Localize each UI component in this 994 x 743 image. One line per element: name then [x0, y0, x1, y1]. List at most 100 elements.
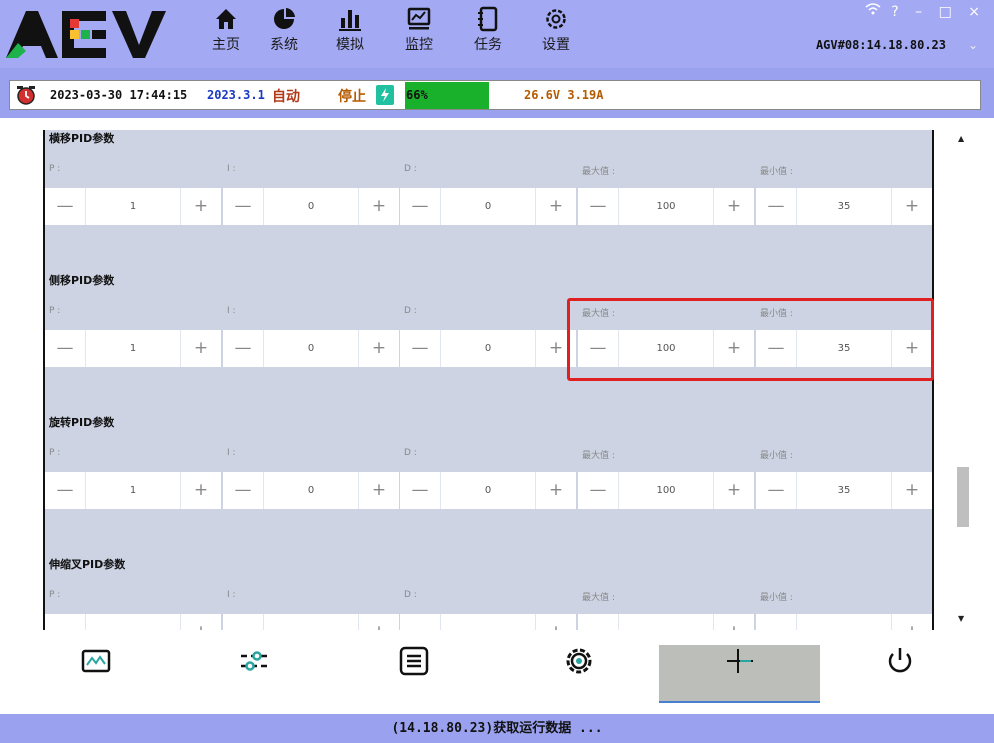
increment-button[interactable]: +: [714, 188, 754, 225]
value-stepper: —1 +: [45, 188, 221, 225]
increment-button[interactable]: +: [536, 188, 576, 225]
tb-monitor-button[interactable]: [66, 646, 126, 694]
field-label: 最小值 :: [760, 451, 793, 461]
value-stepper: —35 +: [756, 472, 932, 509]
vertical-scrollbar[interactable]: ▲ ▼: [954, 128, 970, 628]
scroll-thumb[interactable]: [957, 467, 969, 527]
tb-list-button[interactable]: [384, 646, 444, 694]
decrement-button[interactable]: —: [223, 330, 263, 367]
increment-button[interactable]: +: [181, 472, 221, 509]
increment-button[interactable]: +: [359, 330, 399, 367]
scroll-up-icon[interactable]: ▲: [958, 134, 964, 143]
nav-system-label: 系统: [270, 37, 298, 53]
decrement-button[interactable]: —: [578, 614, 618, 630]
stepper-divider: [618, 472, 619, 509]
sliders-icon: [241, 651, 267, 671]
field-label: D :: [404, 164, 417, 174]
decrement-button[interactable]: —: [578, 472, 618, 509]
tb-settings-button[interactable]: [549, 646, 609, 694]
stepper-value-input[interactable]: 0: [442, 330, 534, 367]
value-stepper: —100 +: [578, 188, 754, 225]
agv-id-label: AGV#08:14.18.80.23: [815, 38, 946, 52]
minimize-button[interactable]: –: [915, 4, 928, 20]
increment-button[interactable]: +: [359, 614, 399, 630]
decrement-button[interactable]: —: [223, 614, 263, 630]
decrement-button[interactable]: —: [223, 472, 263, 509]
nav-system[interactable]: 系统: [254, 6, 314, 64]
increment-button[interactable]: +: [359, 472, 399, 509]
increment-button[interactable]: +: [181, 188, 221, 225]
decrement-button[interactable]: —: [756, 614, 796, 630]
stepper-value-input[interactable]: [442, 614, 534, 630]
decrement-button[interactable]: —: [223, 188, 263, 225]
increment-button[interactable]: +: [359, 188, 399, 225]
increment-button[interactable]: +: [892, 188, 932, 225]
stepper-value-input[interactable]: 35: [798, 472, 890, 509]
help-button[interactable]: ?: [891, 4, 904, 20]
increment-button[interactable]: +: [181, 330, 221, 367]
decrement-button[interactable]: —: [400, 330, 440, 367]
stepper-value-input[interactable]: 0: [442, 188, 534, 225]
tb-crosshair-button[interactable]: [710, 646, 770, 694]
stepper-value-input[interactable]: 0: [442, 472, 534, 509]
stepper-value-input[interactable]: 35: [798, 188, 890, 225]
group-title: 伸缩叉PID参数: [49, 558, 126, 571]
tb-power-button[interactable]: [870, 646, 930, 694]
decrement-button[interactable]: —: [45, 188, 85, 225]
nav-home[interactable]: 主页: [196, 6, 256, 64]
stepper-value-input[interactable]: 100: [620, 472, 712, 509]
stepper-divider: [85, 330, 86, 367]
nav-monitor[interactable]: 监控: [389, 6, 449, 64]
field-label: 最大值 :: [582, 451, 615, 461]
decrement-button[interactable]: —: [45, 330, 85, 367]
field-label: I :: [227, 448, 236, 458]
value-stepper: —0 +: [223, 188, 399, 225]
increment-button[interactable]: +: [892, 472, 932, 509]
decrement-button[interactable]: —: [400, 472, 440, 509]
nav-task[interactable]: 任务: [458, 6, 518, 64]
stepper-value-input[interactable]: [87, 614, 179, 630]
stepper-divider: [85, 188, 86, 225]
value-stepper: —+: [45, 614, 221, 630]
field-label: I :: [227, 164, 236, 174]
decrement-button[interactable]: —: [45, 614, 85, 630]
nav-simulate[interactable]: 模拟: [320, 6, 380, 64]
stepper-value-input[interactable]: 0: [265, 330, 357, 367]
scroll-down-icon[interactable]: ▼: [958, 614, 964, 623]
increment-button[interactable]: +: [536, 614, 576, 630]
stepper-divider: [440, 188, 441, 225]
stepper-value-input[interactable]: 1: [87, 330, 179, 367]
increment-button[interactable]: +: [892, 614, 932, 630]
close-button[interactable]: ×: [968, 4, 986, 20]
maximize-button[interactable]: □: [939, 4, 958, 20]
stepper-value-input[interactable]: 100: [620, 188, 712, 225]
status-state: 停止: [338, 89, 366, 105]
stepper-value-input[interactable]: [798, 614, 890, 630]
decrement-button[interactable]: —: [45, 472, 85, 509]
increment-button[interactable]: +: [536, 472, 576, 509]
stepper-value-input[interactable]: 1: [87, 188, 179, 225]
increment-button[interactable]: +: [181, 614, 221, 630]
stepper-value-input[interactable]: 1: [87, 472, 179, 509]
increment-button[interactable]: +: [714, 614, 754, 630]
decrement-button[interactable]: —: [756, 472, 796, 509]
field-label: P :: [49, 306, 61, 316]
stepper-value-input[interactable]: 0: [265, 188, 357, 225]
chevron-down-icon[interactable]: ⌄: [968, 38, 978, 52]
nav-settings[interactable]: 设置: [526, 6, 586, 64]
stepper-value-input[interactable]: [265, 614, 357, 630]
stepper-divider: [440, 472, 441, 509]
value-stepper: —+: [578, 614, 754, 630]
decrement-button[interactable]: —: [756, 188, 796, 225]
value-stepper: —0 +: [223, 472, 399, 509]
battery-icon: [376, 85, 394, 105]
decrement-button[interactable]: —: [400, 188, 440, 225]
decrement-button[interactable]: —: [578, 188, 618, 225]
stepper-value-input[interactable]: [620, 614, 712, 630]
increment-button[interactable]: +: [714, 472, 754, 509]
gear-icon: [566, 648, 592, 674]
stepper-divider: [618, 614, 619, 630]
decrement-button[interactable]: —: [400, 614, 440, 630]
stepper-value-input[interactable]: 0: [265, 472, 357, 509]
tb-sliders-button[interactable]: [224, 646, 284, 694]
